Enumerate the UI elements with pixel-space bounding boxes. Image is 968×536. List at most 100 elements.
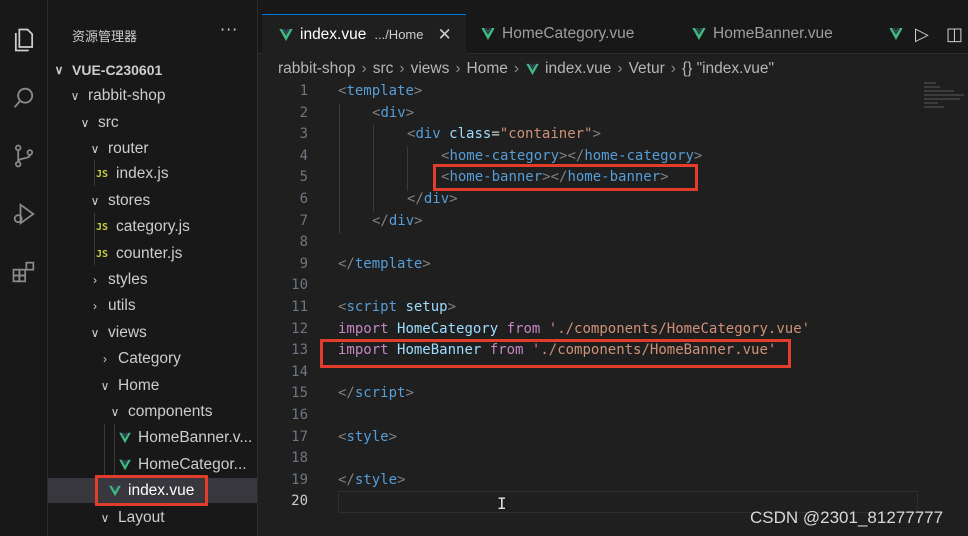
tree-file[interactable]: HomeBanner.v...	[48, 425, 257, 451]
line-number: 8	[299, 234, 308, 250]
tree-folder[interactable]: › utils	[48, 293, 257, 319]
tree-file[interactable]: JS counter.js	[48, 241, 257, 267]
tree-label: views	[108, 324, 147, 341]
minimap[interactable]	[924, 80, 968, 140]
tab-home-category[interactable]: HomeCategory.vue	[480, 14, 680, 54]
line-number: 4	[299, 148, 308, 164]
run-icon[interactable]: ▷	[915, 24, 929, 45]
run-debug-icon[interactable]	[6, 196, 42, 232]
tree-label: VUE-C230601	[72, 62, 163, 78]
tree-folder[interactable]: › Category	[48, 346, 257, 372]
breadcrumb-item[interactable]: src	[373, 60, 394, 78]
line-number: 19	[291, 472, 308, 488]
vue-file-icon	[889, 28, 903, 40]
breadcrumb: rabbit-shop › src › views › Home › index…	[278, 58, 774, 80]
tab-index-vue[interactable]: index.vue .../Home ✕	[262, 14, 466, 54]
editor-tab-bar: index.vue .../Home ✕ HomeCategory.vue Ho…	[258, 0, 968, 54]
source-control-icon[interactable]	[6, 138, 42, 174]
tab-label: index.vue	[300, 25, 367, 43]
line-number: 17	[291, 429, 308, 445]
breadcrumb-item[interactable]: Vetur	[629, 60, 665, 78]
tree-label: styles	[108, 271, 148, 288]
annotation-box	[95, 475, 208, 506]
search-icon[interactable]	[6, 80, 42, 116]
tree-folder[interactable]: › styles	[48, 267, 257, 293]
js-file-icon: JS	[96, 168, 109, 180]
tree-label: counter.js	[116, 245, 183, 262]
tree-label: rabbit-shop	[88, 87, 166, 104]
line-number: 3	[299, 126, 308, 142]
tree-file[interactable]: JS category.js	[48, 214, 257, 240]
chevron-right-icon: ›	[617, 60, 623, 77]
code-line: <script setup>	[338, 299, 457, 315]
annotation-box	[320, 339, 791, 368]
line-number: 20	[291, 493, 308, 509]
line-number: 7	[299, 213, 308, 229]
tab-path: .../Home	[374, 27, 424, 42]
indent-guide	[373, 125, 374, 212]
tree-folder[interactable]: ∨ components	[48, 399, 257, 425]
tree-folder[interactable]: ∨ views	[48, 320, 257, 346]
js-file-icon: JS	[96, 248, 109, 260]
line-number: 10	[291, 277, 308, 293]
tab-label: HomeCategory.vue	[502, 25, 635, 42]
breadcrumb-item[interactable]: index.vue	[545, 60, 611, 78]
more-actions-icon[interactable]: ···	[220, 20, 238, 39]
split-editor-icon[interactable]: ◫	[946, 24, 963, 45]
tree-label: components	[128, 403, 213, 420]
chevron-right-icon: ›	[103, 352, 107, 366]
vue-file-icon	[692, 28, 706, 40]
tree-file[interactable]: JS index.js	[48, 161, 257, 187]
line-number: 18	[291, 450, 308, 466]
explorer-title: 资源管理器	[72, 30, 138, 45]
tree-folder[interactable]: ∨ stores	[48, 188, 257, 214]
line-number: 14	[291, 364, 308, 380]
chevron-down-icon: ∨	[90, 142, 100, 156]
code-line: <div>	[372, 105, 415, 121]
close-icon[interactable]: ✕	[437, 25, 451, 45]
line-number: 11	[291, 299, 308, 315]
tree-folder[interactable]: ∨ Home	[48, 373, 257, 399]
line-number: 12	[291, 321, 308, 337]
breadcrumb-item[interactable]: {} "index.vue"	[682, 60, 774, 78]
indent-guide	[407, 147, 408, 191]
chevron-down-icon: ∨	[100, 379, 110, 393]
chevron-down-icon: ∨	[90, 326, 100, 340]
files-icon[interactable]	[6, 22, 42, 58]
extensions-icon[interactable]	[6, 254, 42, 290]
tree-label: src	[98, 114, 119, 131]
tab-label: HomeBanner.vue	[713, 25, 833, 42]
chevron-down-icon: ∨	[80, 116, 90, 130]
chevron-right-icon: ›	[670, 60, 676, 77]
tab-overflow[interactable]	[888, 14, 912, 54]
code-line: </div>	[407, 191, 458, 207]
tree-label: Category	[118, 350, 181, 367]
breadcrumb-item[interactable]: rabbit-shop	[278, 60, 356, 78]
tree-folder[interactable]: ∨ router	[48, 136, 257, 162]
tree-label: category.js	[116, 218, 190, 235]
line-number: 15	[291, 385, 308, 401]
tree-folder[interactable]: ∨ Layout	[48, 505, 257, 531]
tree-label: Home	[118, 377, 160, 394]
tree-folder[interactable]: ∨ rabbit-shop	[48, 83, 257, 109]
chevron-right-icon: ›	[93, 273, 97, 287]
breadcrumb-item[interactable]: views	[411, 60, 450, 78]
breadcrumb-item[interactable]: Home	[467, 60, 508, 78]
vue-file-icon	[119, 432, 131, 444]
tree-label: router	[108, 140, 149, 157]
line-number: 2	[299, 105, 308, 121]
watermark: CSDN @2301_81277777	[750, 508, 944, 527]
chevron-down-icon: ∨	[54, 63, 64, 77]
tree-folder[interactable]: ∨ src	[48, 110, 257, 136]
vue-file-icon	[119, 459, 131, 471]
line-number: 5	[299, 169, 308, 185]
line-number: 13	[291, 342, 308, 358]
tree-label: HomeCategor...	[138, 456, 247, 473]
tree-label: Layout	[118, 509, 165, 526]
tree-root[interactable]: ∨ VUE-C230601	[48, 57, 257, 83]
tab-home-banner[interactable]: HomeBanner.vue	[691, 14, 881, 54]
indent-guide	[339, 104, 340, 234]
code-line: <div class="container">	[407, 126, 601, 142]
chevron-down-icon: ∨	[90, 194, 100, 208]
code-line: <style>	[338, 429, 398, 445]
